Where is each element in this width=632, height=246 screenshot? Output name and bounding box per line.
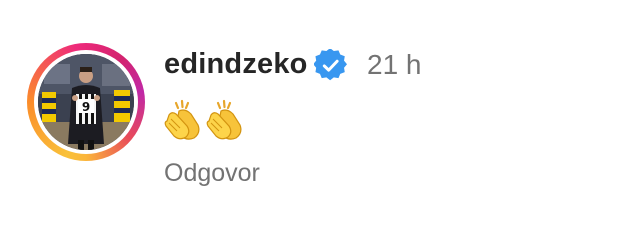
avatar[interactable]: 9 <box>38 54 134 150</box>
clapping-hands-icon <box>206 99 242 140</box>
comment-text <box>163 99 245 141</box>
reply-button[interactable]: Odgovor <box>164 157 260 189</box>
avatar-ring-gap: 9 <box>34 50 138 154</box>
comment-timestamp: 21 h <box>367 49 422 80</box>
clapping-hands-icon <box>164 99 200 140</box>
svg-text:9: 9 <box>82 100 90 114</box>
profile-photo-icon: 9 <box>38 54 134 150</box>
username-link[interactable]: edindzeko <box>164 46 308 82</box>
verified-badge-icon <box>314 49 347 81</box>
avatar-story-ring[interactable]: 9 <box>27 43 145 161</box>
comment-item: 9 edindzeko 21 h Odgovor <box>0 0 632 246</box>
